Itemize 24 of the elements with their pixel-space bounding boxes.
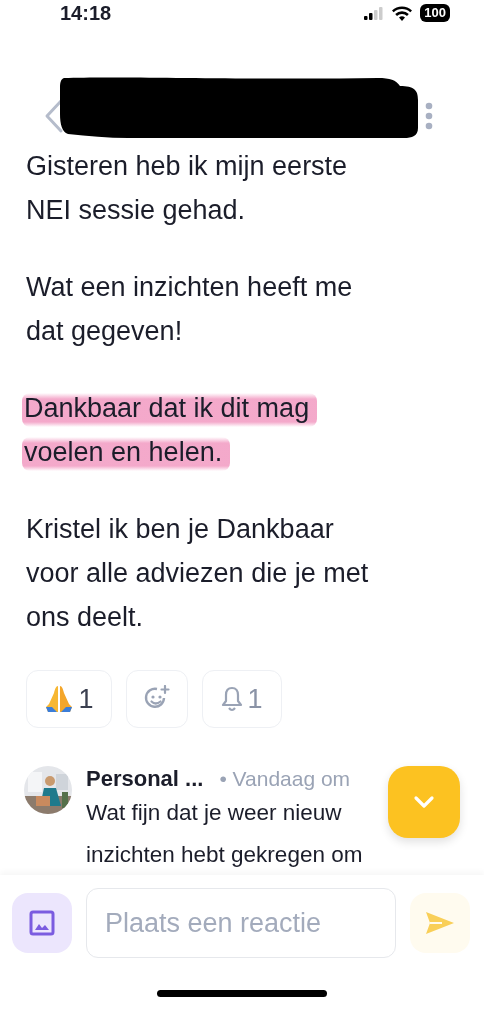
reaction-button[interactable]: 1 [26, 670, 112, 728]
post-paragraph: Wat een inzichten heeft me dat gegeven! [26, 272, 353, 346]
comment-input-field[interactable]: Plaats een reactie [86, 888, 396, 958]
comment-text: Wat fijn dat je weer nieuw [86, 799, 343, 827]
praying-hands-icon [44, 684, 75, 714]
back-icon[interactable] [44, 98, 64, 134]
send-button[interactable] [410, 893, 470, 953]
battery-indicator: 100 [420, 4, 450, 22]
signal-icon [364, 6, 385, 20]
comment-text: inzichten hebt gekregen om [86, 841, 363, 869]
post-paragraph: Kristel ik ben je Dankbaar voor alle adviezen die je met ons deelt. [26, 514, 369, 632]
wifi-icon [392, 5, 413, 21]
bell-icon [221, 686, 244, 712]
clock-time: 14:18 [60, 1, 112, 25]
image-icon [29, 910, 55, 936]
comment-time: • Vandaag om [219, 767, 351, 791]
add-reaction-button[interactable] [126, 670, 188, 728]
scroll-down-button[interactable] [388, 766, 460, 838]
send-icon [424, 910, 456, 936]
chevron-down-icon [413, 795, 435, 809]
add-image-button[interactable] [12, 893, 72, 953]
comment-author[interactable]: Personal ... [86, 766, 204, 792]
more-icon[interactable] [424, 102, 434, 130]
post-paragraph: Gisteren heb ik mijn eerste NEI sessie gehad. [26, 151, 348, 225]
